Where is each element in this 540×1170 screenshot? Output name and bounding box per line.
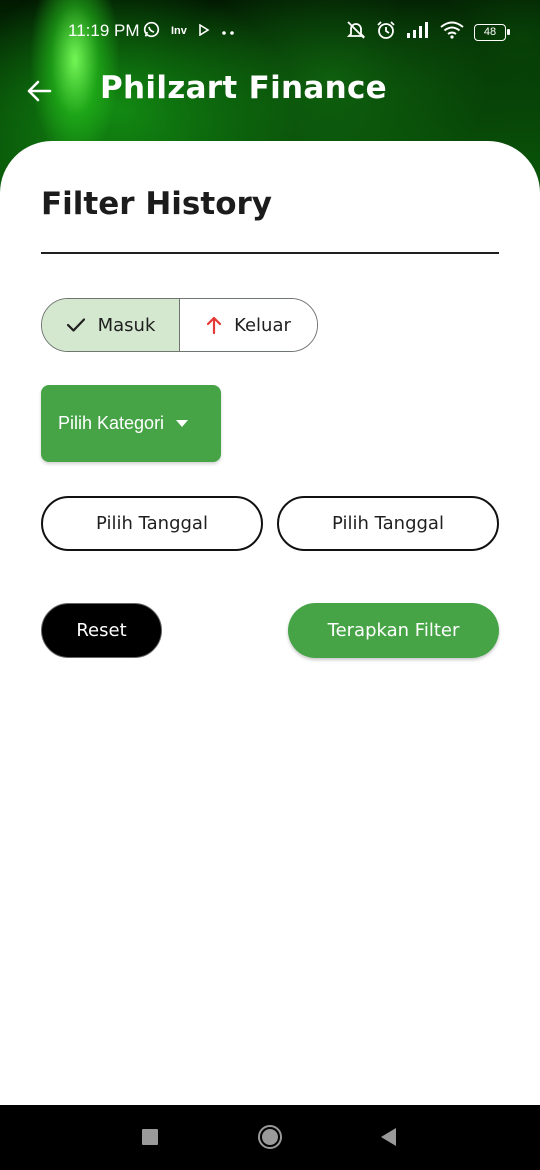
apply-filter-label: Terapkan Filter xyxy=(327,620,460,641)
status-notification-icons: Inv xyxy=(143,21,235,41)
filter-sheet: Filter History Masuk Keluar Pilih Katego… xyxy=(0,141,540,1105)
toggle-masuk-label: Masuk xyxy=(97,314,156,336)
recent-apps-icon[interactable] xyxy=(142,1129,158,1145)
system-nav-bar xyxy=(0,1105,540,1170)
play-icon xyxy=(198,23,210,39)
arrow-up-icon xyxy=(206,316,222,335)
reset-label: Reset xyxy=(76,620,127,641)
toggle-keluar-label: Keluar xyxy=(234,314,291,336)
apply-filter-button[interactable]: Terapkan Filter xyxy=(288,603,499,658)
inv-app-icon: Inv xyxy=(171,25,187,37)
more-dots-icon xyxy=(221,23,235,39)
category-dropdown-label: Pilih Kategori xyxy=(58,413,165,433)
whatsapp-icon xyxy=(143,21,160,41)
back-triangle-icon[interactable] xyxy=(381,1128,396,1146)
app-title: Philzart Finance xyxy=(100,70,387,106)
start-date-label: Pilih Tanggal xyxy=(96,513,208,534)
title-divider xyxy=(41,252,499,254)
wifi-icon xyxy=(440,21,464,44)
end-date-button[interactable]: Pilih Tanggal xyxy=(277,496,499,551)
end-date-label: Pilih Tanggal xyxy=(332,513,444,534)
toggle-masuk[interactable]: Masuk xyxy=(42,299,180,351)
bell-muted-icon xyxy=(346,20,366,45)
reset-button[interactable]: Reset xyxy=(41,603,162,658)
alarm-icon xyxy=(376,20,396,45)
signal-icon xyxy=(406,21,430,44)
start-date-button[interactable]: Pilih Tanggal xyxy=(41,496,263,551)
caret-down-icon xyxy=(176,420,189,427)
category-dropdown-button[interactable]: Pilih Kategori xyxy=(41,385,221,462)
transaction-type-toggle: Masuk Keluar xyxy=(41,298,318,352)
back-button[interactable] xyxy=(20,72,58,110)
page-title: Filter History xyxy=(41,186,272,222)
status-time: 11:19 PM xyxy=(68,21,140,40)
battery-icon: 48 xyxy=(474,24,510,41)
toggle-keluar[interactable]: Keluar xyxy=(180,299,317,351)
status-right-icons: 48 xyxy=(346,20,510,45)
arrow-left-icon xyxy=(27,80,52,102)
app-bar: Philzart Finance xyxy=(0,62,540,122)
home-icon[interactable] xyxy=(258,1125,282,1149)
check-icon xyxy=(66,318,85,332)
status-bar: 11:19 PM Inv 48 xyxy=(0,0,540,62)
